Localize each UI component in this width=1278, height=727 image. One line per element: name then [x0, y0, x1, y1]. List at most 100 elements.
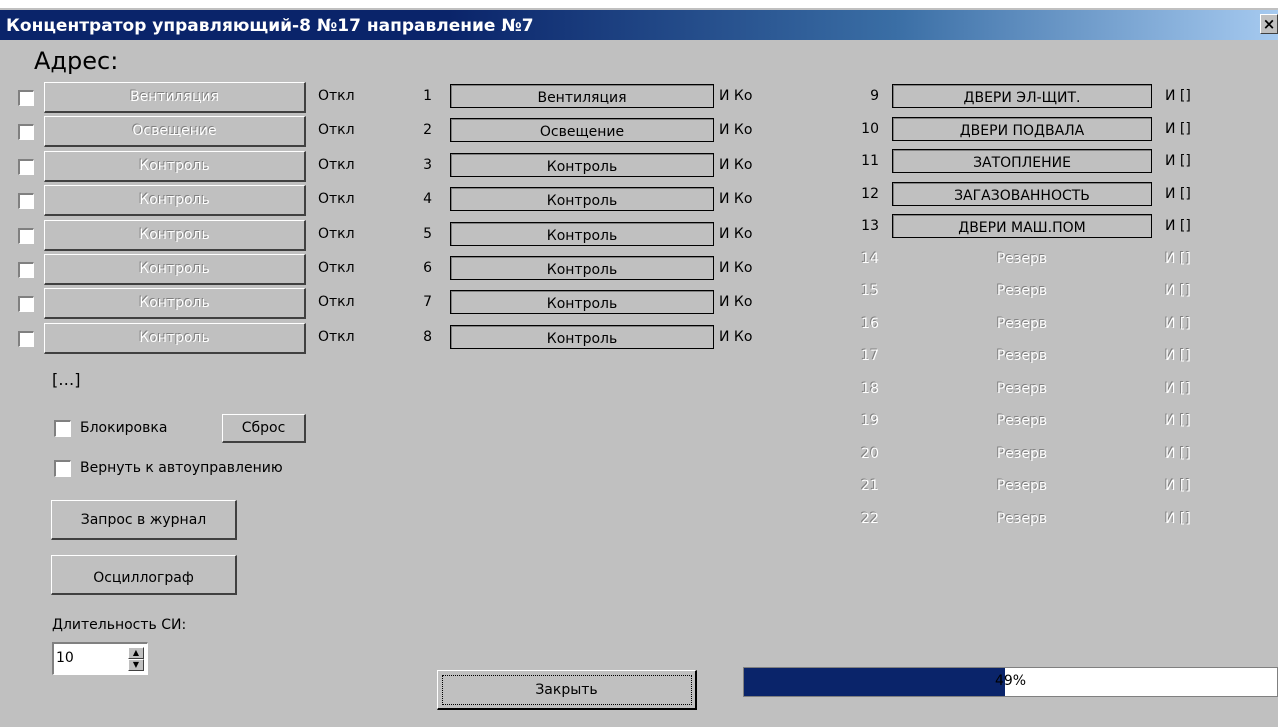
channel-number: 16	[861, 315, 879, 332]
close-button[interactable]: Закрыть	[437, 670, 697, 710]
reserve-channel-label: Резерв	[996, 315, 1048, 332]
channel-number: 7	[423, 294, 432, 311]
channel-number: 5	[423, 225, 432, 242]
channel-enable-checkbox[interactable]	[18, 296, 34, 313]
reset-button[interactable]: Сброс	[222, 414, 306, 443]
channel-enable-checkbox[interactable]	[18, 124, 34, 141]
channel-status-text: И Ко	[719, 260, 753, 276]
channel-name-box: Вентиляция	[450, 84, 714, 108]
channel-control-button[interactable]: Контроль	[44, 322, 306, 354]
channel-state-text: Откл	[318, 88, 355, 104]
channel-control-button[interactable]: Контроль	[44, 288, 306, 320]
channel-name-box: ЗАГАЗОВАННОСТЬ	[892, 181, 1152, 206]
channel-number: 15	[861, 283, 879, 299]
spin-up-icon[interactable]: ▲	[128, 647, 144, 659]
reserve-channel-label: Резерв	[996, 445, 1048, 462]
channel-status-text: И []	[1165, 185, 1191, 202]
block-label: Блокировка	[80, 420, 168, 436]
channel-state-text: Откл	[318, 122, 355, 139]
channel-state-text: Откл	[318, 328, 355, 345]
channel-number: 8	[423, 328, 432, 345]
channel-number: 10	[861, 120, 879, 137]
channel-enable-checkbox[interactable]	[18, 158, 34, 175]
channel-status-text: И []	[1165, 283, 1191, 299]
close-window-icon[interactable]: ×	[1260, 14, 1278, 34]
channel-status-text: И []	[1165, 445, 1191, 462]
channel-status-text: И []	[1165, 413, 1191, 429]
channel-status-text: И Ко	[719, 191, 753, 208]
channel-status-text: И Ко	[719, 88, 753, 104]
address-label: Адрес:	[34, 47, 119, 75]
reserve-channel-label: Резерв	[996, 283, 1048, 299]
channel-state-text: Откл	[318, 156, 355, 173]
channel-control-button[interactable]: Контроль	[44, 150, 306, 182]
channel-name-box: Контроль	[450, 324, 714, 349]
progress-text: 49%	[994, 673, 1027, 689]
channel-number: 11	[861, 153, 879, 169]
channel-control-button[interactable]: Контроль	[44, 254, 306, 285]
reserve-channel-label: Резерв	[996, 348, 1048, 364]
channel-status-text: И Ко	[719, 225, 753, 242]
channel-name-box: Контроль	[450, 152, 714, 177]
channel-enable-checkbox[interactable]	[18, 227, 34, 244]
channel-number: 2	[423, 122, 432, 139]
channel-number: 6	[423, 260, 432, 276]
channel-status-text: И []	[1165, 218, 1191, 234]
channel-number: 9	[870, 88, 879, 104]
reserve-channel-label: Резерв	[996, 478, 1048, 494]
title-bar: Концентратор управляющий-8 №17 направлен…	[0, 10, 1278, 40]
spin-buttons: ▲ ▼	[128, 647, 144, 671]
channel-name-box: ЗАТОПЛЕНИЕ	[892, 149, 1152, 173]
channel-state-text: Откл	[318, 260, 355, 276]
channel-name-box: Контроль	[450, 187, 714, 212]
spin-down-icon[interactable]: ▼	[128, 659, 144, 671]
journal-request-button[interactable]: Запрос в журнал	[51, 500, 237, 540]
duration-value[interactable]: 10	[56, 650, 74, 666]
progress-bar: 49%	[743, 667, 1278, 697]
channel-number: 1	[423, 88, 432, 104]
reserve-channel-label: Резерв	[996, 413, 1048, 429]
channel-number: 4	[423, 191, 432, 208]
channel-status-text: И []	[1165, 88, 1191, 104]
channel-state-text: Откл	[318, 191, 355, 208]
channel-name-box: ДВЕРИ МАШ.ПОМ	[892, 214, 1152, 238]
channel-enable-checkbox[interactable]	[18, 90, 34, 106]
channel-status-text: И []	[1165, 510, 1191, 527]
channel-status-text: И Ко	[719, 328, 753, 345]
channel-status-text: И []	[1165, 478, 1191, 494]
auto-control-label: Вернуть к автоуправлению	[80, 460, 283, 476]
duration-spinner[interactable]: 10 ▲ ▼	[52, 642, 148, 675]
channel-control-button[interactable]: Контроль	[44, 219, 306, 251]
channel-status-text: И []	[1165, 250, 1191, 267]
channel-status-text: И Ко	[719, 122, 753, 139]
channel-number: 19	[861, 413, 879, 429]
window-title: Концентратор управляющий-8 №17 направлен…	[6, 16, 534, 36]
ellipsis-text: […]	[52, 370, 81, 389]
channel-name-box: Контроль	[450, 290, 714, 315]
channel-status-text: И []	[1165, 348, 1191, 364]
duration-label: Длительность СИ:	[52, 617, 187, 633]
channel-enable-checkbox[interactable]	[18, 193, 34, 210]
channel-control-button[interactable]: Вентиляция	[44, 82, 306, 113]
channel-control-button[interactable]: Контроль	[44, 185, 306, 217]
channel-number: 13	[861, 218, 879, 234]
channel-status-text: И []	[1165, 153, 1191, 169]
channel-name-box: Освещение	[450, 118, 714, 143]
reserve-channel-label: Резерв	[996, 510, 1048, 527]
reserve-channel-label: Резерв	[996, 380, 1048, 397]
channel-enable-checkbox[interactable]	[18, 330, 34, 347]
channel-state-text: Откл	[318, 225, 355, 242]
channel-name-box: Контроль	[450, 256, 714, 280]
auto-control-checkbox[interactable]	[54, 460, 71, 477]
oscillograph-button[interactable]: Осциллограф	[51, 555, 237, 595]
channel-control-button[interactable]: Освещение	[44, 116, 306, 148]
block-checkbox[interactable]	[54, 420, 71, 437]
channel-name-box: Контроль	[450, 221, 714, 246]
channel-number: 18	[861, 380, 879, 397]
channel-status-text: И Ко	[719, 294, 753, 311]
channel-enable-checkbox[interactable]	[18, 262, 34, 278]
channel-number: 14	[861, 250, 879, 267]
channel-name-box: ДВЕРИ ЭЛ-ЩИТ.	[892, 84, 1152, 108]
channel-status-text: И []	[1165, 120, 1191, 137]
channel-status-text: И Ко	[719, 156, 753, 173]
